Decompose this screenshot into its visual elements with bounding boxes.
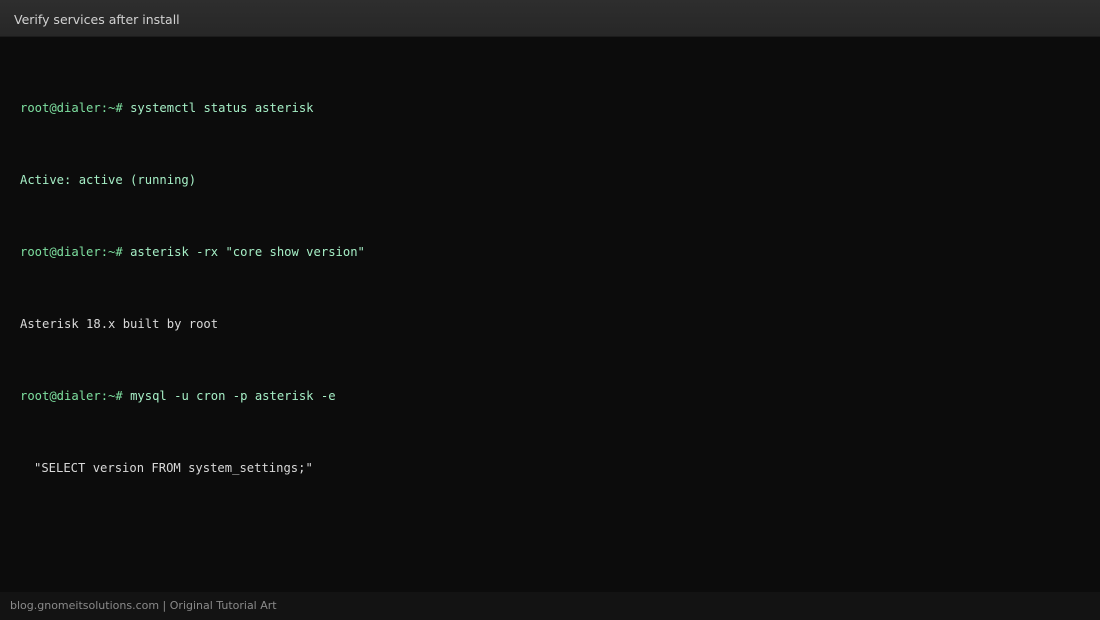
terminal-line: root@dialer:~# mysql -u cron -p asterisk…: [20, 384, 365, 408]
shell-prompt: root@dialer:~#: [20, 101, 123, 115]
window-title: Verify services after install: [14, 12, 180, 27]
shell-command: mysql -u cron -p asterisk -e: [130, 389, 336, 403]
title-bar: Verify services after install: [0, 0, 1100, 37]
footer-credit: blog.gnomeitsolutions.com | Original Tut…: [10, 599, 277, 612]
command-output: Asterisk 18.x built by root: [20, 317, 219, 331]
terminal-line: root@dialer:~# systemctl status asterisk: [20, 96, 365, 120]
terminal-line: Asterisk 18.x built by root: [20, 312, 365, 336]
command-output: Active: active (running): [20, 173, 197, 187]
shell-prompt: root@dialer:~#: [20, 389, 123, 403]
shell-command: asterisk -rx "core show version": [130, 245, 365, 259]
terminal-line: "SELECT version FROM system_settings;": [20, 456, 365, 480]
footer-bar: blog.gnomeitsolutions.com | Original Tut…: [0, 592, 1100, 620]
command-output: "SELECT version FROM system_settings;": [34, 461, 313, 475]
shell-command: systemctl status asterisk: [130, 101, 314, 115]
terminal-window: Verify services after install root@diale…: [0, 0, 1100, 620]
terminal-output[interactable]: root@dialer:~# systemctl status asterisk…: [20, 48, 365, 528]
terminal-line: Active: active (running): [20, 168, 365, 192]
terminal-line: root@dialer:~# asterisk -rx "core show v…: [20, 240, 365, 264]
shell-prompt: root@dialer:~#: [20, 245, 123, 259]
